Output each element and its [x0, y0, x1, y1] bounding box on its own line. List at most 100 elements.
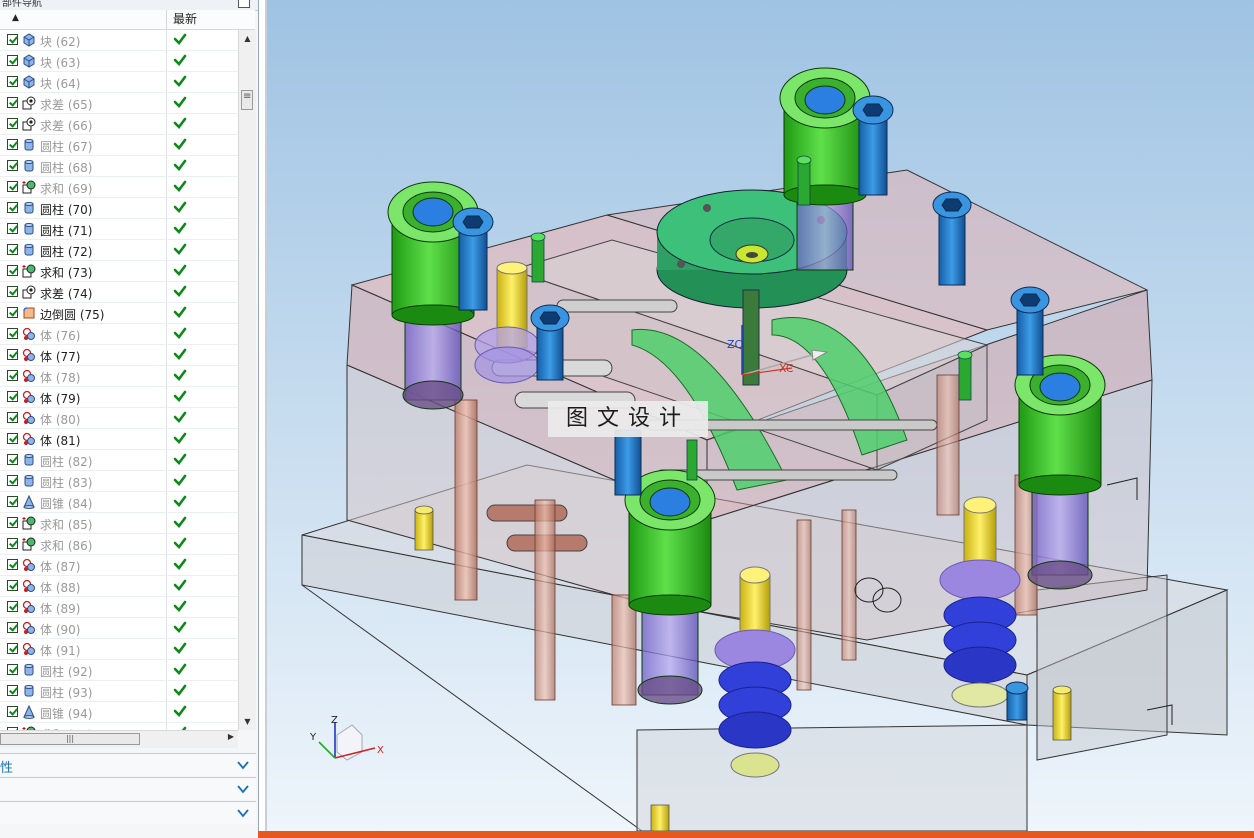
tree-row[interactable]: 求和 (86): [0, 534, 238, 555]
tree-row[interactable]: 求差 (65): [0, 93, 238, 114]
visibility-checkbox[interactable]: [7, 139, 18, 150]
tree-row[interactable]: 体 (90): [0, 618, 238, 639]
hscroll-thumb[interactable]: |||: [0, 733, 140, 745]
visibility-checkbox[interactable]: [7, 664, 18, 675]
visibility-checkbox[interactable]: [7, 706, 18, 717]
visibility-checkbox[interactable]: [7, 265, 18, 276]
mold-assembly-render[interactable]: ZC XC Z Y X: [267, 0, 1254, 831]
scroll-down-icon[interactable]: ▼: [239, 713, 256, 730]
tree-row[interactable]: 求差 (66): [0, 114, 238, 135]
tree-row[interactable]: 圆锥 (94): [0, 702, 238, 723]
visibility-checkbox[interactable]: [7, 559, 18, 570]
visibility-checkbox[interactable]: [7, 244, 18, 255]
tree-row[interactable]: 圆柱 (93): [0, 681, 238, 702]
column-separator: [166, 72, 167, 92]
up-to-date-check-icon: [173, 620, 187, 634]
tree-row[interactable]: 体 (89): [0, 597, 238, 618]
column-separator: [166, 534, 167, 554]
tree-row[interactable]: 体 (88): [0, 576, 238, 597]
restore-icon[interactable]: [238, 0, 250, 8]
tree-row[interactable]: 圆柱 (70): [0, 198, 238, 219]
scroll-up-icon[interactable]: ▲: [239, 30, 256, 47]
visibility-checkbox[interactable]: [7, 580, 18, 591]
up-to-date-check-icon: [173, 200, 187, 214]
tree-row[interactable]: 求和 (69): [0, 177, 238, 198]
scroll-thumb[interactable]: [241, 90, 253, 110]
block-icon: [22, 75, 36, 89]
tree-row[interactable]: 体 (77): [0, 345, 238, 366]
visibility-checkbox[interactable]: [7, 118, 18, 129]
tree-row[interactable]: 圆柱 (71): [0, 219, 238, 240]
tree-row[interactable]: 体 (78): [0, 366, 238, 387]
tree-row[interactable]: 块 (63): [0, 51, 238, 72]
visibility-checkbox[interactable]: [7, 181, 18, 192]
visibility-checkbox[interactable]: [7, 538, 18, 549]
visibility-checkbox[interactable]: [7, 601, 18, 612]
horizontal-scrollbar[interactable]: ||| ▶: [0, 730, 238, 748]
visibility-checkbox[interactable]: [7, 370, 18, 381]
sort-up-icon[interactable]: ▲: [12, 13, 19, 23]
feature-label: 体 (81): [40, 434, 81, 448]
tree-row[interactable]: 圆锥 (84): [0, 492, 238, 513]
body-icon: [22, 621, 36, 635]
visibility-checkbox[interactable]: [7, 202, 18, 213]
tree-row[interactable]: 圆柱 (67): [0, 135, 238, 156]
up-to-date-check-icon: [173, 53, 187, 67]
visibility-checkbox[interactable]: [7, 34, 18, 45]
tree-row[interactable]: 边倒圆 (75): [0, 303, 238, 324]
tree-row[interactable]: 求差 (74): [0, 282, 238, 303]
visibility-checkbox[interactable]: [7, 643, 18, 654]
visibility-checkbox[interactable]: [7, 475, 18, 486]
tree-row[interactable]: 块 (64): [0, 72, 238, 93]
up-to-date-check-icon: [173, 95, 187, 109]
visibility-checkbox[interactable]: [7, 307, 18, 318]
visibility-checkbox[interactable]: [7, 454, 18, 465]
visibility-checkbox[interactable]: [7, 622, 18, 633]
tree-row[interactable]: 圆柱 (92): [0, 660, 238, 681]
chevron-down-icon[interactable]: [236, 758, 250, 772]
visibility-checkbox[interactable]: [7, 223, 18, 234]
feature-label: 体 (77): [40, 350, 81, 364]
visibility-checkbox[interactable]: [7, 76, 18, 87]
section-3[interactable]: [0, 801, 256, 824]
section-properties[interactable]: 性: [0, 753, 256, 776]
tree-row[interactable]: 体 (79): [0, 387, 238, 408]
visibility-checkbox[interactable]: [7, 97, 18, 108]
cylinder-icon: [22, 138, 36, 152]
section-2[interactable]: [0, 777, 256, 800]
cylinder-icon: [22, 474, 36, 488]
feature-label: 圆柱 (68): [40, 161, 93, 175]
tree-row[interactable]: 圆柱 (83): [0, 471, 238, 492]
visibility-checkbox[interactable]: [7, 433, 18, 444]
visibility-checkbox[interactable]: [7, 412, 18, 423]
visibility-checkbox[interactable]: [7, 286, 18, 297]
tree-row[interactable]: 体 (91): [0, 639, 238, 660]
visibility-checkbox[interactable]: [7, 55, 18, 66]
graphics-viewport[interactable]: ZC XC Z Y X 图文设计: [265, 0, 1254, 831]
scroll-right-icon[interactable]: ▶: [228, 732, 234, 741]
column-header-latest[interactable]: 最新: [166, 10, 245, 29]
up-to-date-check-icon: [173, 662, 187, 676]
tree-row[interactable]: 体 (80): [0, 408, 238, 429]
visibility-checkbox[interactable]: [7, 391, 18, 402]
visibility-checkbox[interactable]: [7, 496, 18, 507]
tree-row[interactable]: 块 (62): [0, 30, 238, 51]
tree-row[interactable]: 圆柱 (82): [0, 450, 238, 471]
tree-row[interactable]: 求和 (73): [0, 261, 238, 282]
tree-row[interactable]: 体 (76): [0, 324, 238, 345]
tree-row[interactable]: 求和 (95): [0, 723, 238, 730]
visibility-checkbox[interactable]: [7, 160, 18, 171]
visibility-checkbox[interactable]: [7, 517, 18, 528]
visibility-checkbox[interactable]: [7, 685, 18, 696]
tree-row[interactable]: 体 (81): [0, 429, 238, 450]
vertical-scrollbar[interactable]: ▲ ▼: [238, 30, 256, 730]
tree-row[interactable]: 求和 (85): [0, 513, 238, 534]
visibility-checkbox[interactable]: [7, 349, 18, 360]
tree-row[interactable]: 圆柱 (68): [0, 156, 238, 177]
tree-row[interactable]: 体 (87): [0, 555, 238, 576]
feature-label: 边倒圆 (75): [40, 308, 105, 322]
visibility-checkbox[interactable]: [7, 328, 18, 339]
tree-row[interactable]: 圆柱 (72): [0, 240, 238, 261]
chevron-down-icon[interactable]: [236, 806, 250, 820]
chevron-down-icon[interactable]: [236, 782, 250, 796]
